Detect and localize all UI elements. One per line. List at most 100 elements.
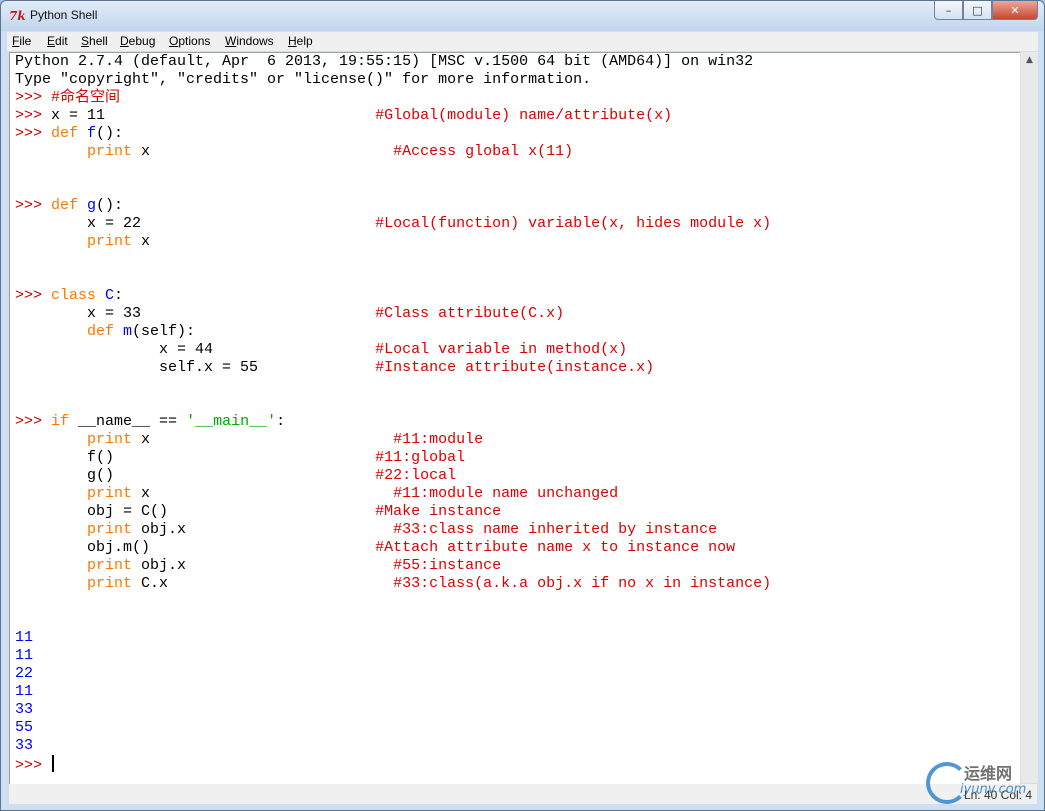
window-title: Python Shell xyxy=(30,8,98,22)
cursor-position: Ln: 40 Col: 4 xyxy=(963,788,1032,802)
menu-shell[interactable]: Shell xyxy=(81,34,108,48)
prompt: >>> xyxy=(15,757,52,774)
code-comment: #55:instance xyxy=(393,557,502,574)
shell-line: print x xyxy=(15,233,771,251)
code-token: : xyxy=(114,287,124,304)
code-token: (self): xyxy=(132,323,196,340)
menu-help[interactable]: Help xyxy=(288,34,313,48)
menu-file[interactable]: File xyxy=(12,34,31,48)
output-value: 11 xyxy=(15,629,34,646)
code-token: x xyxy=(132,143,394,160)
shell-line: print obj.x #33:class name inherited by … xyxy=(15,521,771,539)
code-token: self.x = 55 xyxy=(15,359,376,376)
code-token: (): xyxy=(96,197,124,214)
shell-line: Type "copyright", "credits" or "license(… xyxy=(15,71,771,89)
menu-debug[interactable]: Debug xyxy=(120,34,155,48)
code-comment: #11:module xyxy=(393,431,484,448)
code-token: if xyxy=(51,413,70,430)
code-token: C xyxy=(105,287,115,304)
shell-text-area[interactable]: Python 2.7.4 (default, Apr 6 2013, 19:55… xyxy=(9,52,1020,784)
shell-line: >>> if __name__ == '__main__': xyxy=(15,413,771,431)
shell-line: 33 xyxy=(15,701,771,719)
shell-line: >>> def f(): xyxy=(15,125,771,143)
code-comment: #Make instance xyxy=(375,503,502,520)
shell-line: print x #11:module name unchanged xyxy=(15,485,771,503)
code-token: x = 33 xyxy=(15,305,376,322)
code-comment: #Global(module) name/attribute(x) xyxy=(375,107,673,124)
code-comment: #33:class name inherited by instance xyxy=(393,521,718,538)
shell-line: obj = C() #Make instance xyxy=(15,503,771,521)
menu-options[interactable]: Options xyxy=(169,34,210,48)
shell-line: >>> xyxy=(15,755,771,774)
menu-windows[interactable]: Windows xyxy=(225,34,274,48)
code-comment: #33:class(a.k.a obj.x if no x in instanc… xyxy=(393,575,772,592)
close-button[interactable]: ✕ xyxy=(992,1,1038,20)
shell-line: 11 xyxy=(15,683,771,701)
shell-line: >>> #命名空间 xyxy=(15,89,771,107)
code-token: print xyxy=(87,233,133,250)
tk-feather-icon: 7k xyxy=(9,9,26,23)
scroll-up-icon[interactable]: ▲ xyxy=(1021,52,1038,69)
shell-line: x = 33 #Class attribute(C.x) xyxy=(15,305,771,323)
shell-line: x = 44 #Local variable in method(x) xyxy=(15,341,771,359)
code-token: x = 11 xyxy=(51,107,376,124)
code-comment: #Local variable in method(x) xyxy=(375,341,628,358)
shell-line: print x #Access global x(11) xyxy=(15,143,771,161)
shell-line: 22 xyxy=(15,665,771,683)
vertical-scrollbar[interactable]: ▲ xyxy=(1020,52,1038,783)
python-shell-window: 7k Python Shell – □ ✕ File Edit Shell De… xyxy=(0,0,1045,811)
menu-edit[interactable]: Edit xyxy=(47,34,68,48)
shell-line: >>> x = 11 #Global(module) name/attribut… xyxy=(15,107,771,125)
shell-line: def m(self): xyxy=(15,323,771,341)
code-token: '__main__' xyxy=(186,413,277,430)
shell-line: g() #22:local xyxy=(15,467,771,485)
code-token: Python 2.7.4 (default, Apr 6 2013, 19:55… xyxy=(15,53,754,70)
code-comment: #Local(function) variable(x, hides modul… xyxy=(375,215,772,232)
code-token: C.x xyxy=(132,575,394,592)
minimize-button[interactable]: – xyxy=(934,1,963,20)
code-token: def xyxy=(87,323,124,340)
code-token: print xyxy=(87,521,133,538)
code-token: x xyxy=(132,233,151,250)
title-bar[interactable]: 7k Python Shell – □ ✕ xyxy=(1,1,1044,31)
shell-line: >>> def g(): xyxy=(15,197,771,215)
code-token: : xyxy=(276,413,286,430)
shell-line: print C.x #33:class(a.k.a obj.x if no x … xyxy=(15,575,771,593)
code-token: class xyxy=(51,287,106,304)
window-controls: – □ ✕ xyxy=(934,1,1038,20)
output-value: 33 xyxy=(15,737,34,754)
shell-line: print obj.x #55:instance xyxy=(15,557,771,575)
code-token: __name__ == xyxy=(69,413,187,430)
code-token: m xyxy=(123,323,133,340)
code-comment: #22:local xyxy=(375,467,457,484)
code-token: x = 44 xyxy=(15,341,376,358)
code-token: x = 22 xyxy=(15,215,376,232)
text-caret xyxy=(52,755,55,772)
output-value: 11 xyxy=(15,683,34,700)
code-token: x xyxy=(132,485,394,502)
code-token: print xyxy=(87,557,133,574)
code-token: obj.x xyxy=(132,521,394,538)
shell-line: 55 xyxy=(15,719,771,737)
shell-line: 11 xyxy=(15,647,771,665)
output-value: 33 xyxy=(15,701,34,718)
maximize-button[interactable]: □ xyxy=(963,1,992,20)
code-token: Type "copyright", "credits" or "license(… xyxy=(15,71,592,88)
code-token: g() xyxy=(15,467,376,484)
code-token: print xyxy=(87,431,133,448)
code-token: print xyxy=(87,575,133,592)
